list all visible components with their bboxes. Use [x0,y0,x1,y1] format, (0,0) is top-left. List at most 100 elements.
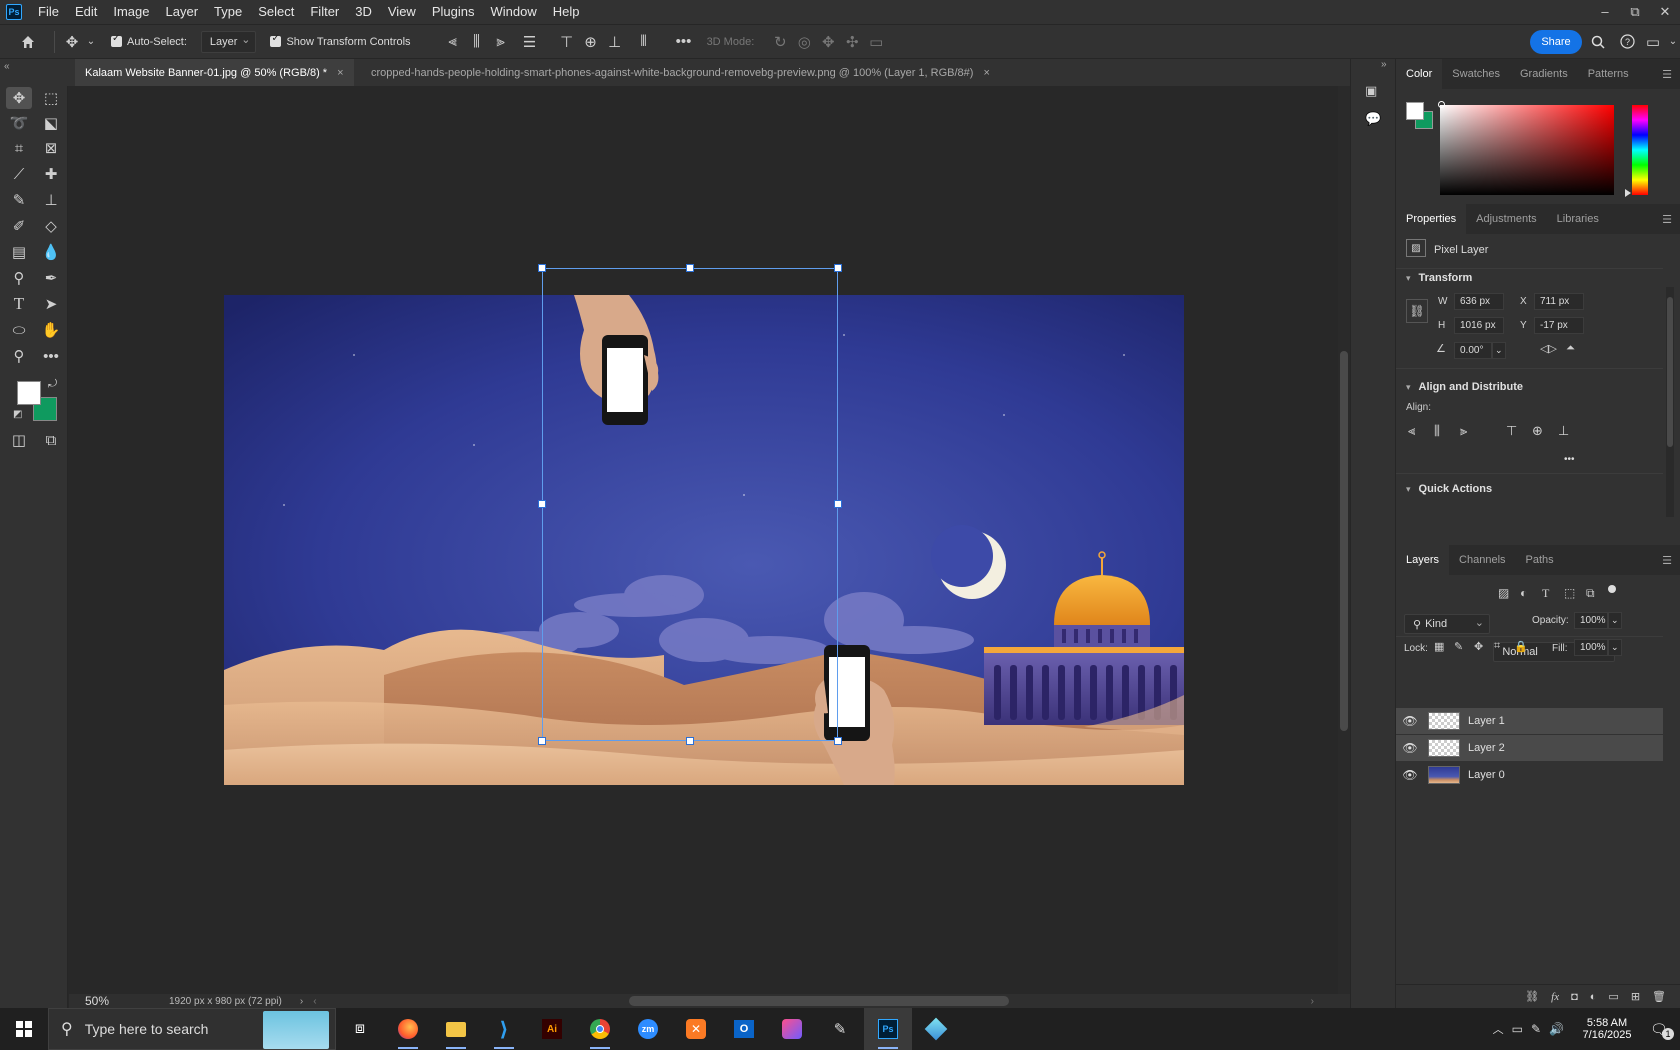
zoom-app-icon[interactable]: zm [624,1008,672,1050]
menu-file[interactable]: File [30,0,67,24]
network-icon[interactable]: ▭ [1512,1022,1523,1036]
auto-select-target-dropdown[interactable]: Layer [200,30,257,53]
comments-panel-icon[interactable]: 💬 [1365,111,1381,127]
align-right-edges-icon[interactable]: ⫸ [489,33,513,50]
file-explorer-icon[interactable] [432,1008,480,1050]
hue-slider-pointer[interactable] [1625,189,1631,197]
opacity-input[interactable]: 100% [1574,612,1608,629]
more-options-icon[interactable]: ••• [669,33,699,50]
fill-dropdown[interactable]: ⌄ [1608,639,1622,656]
tab-layers[interactable]: Layers [1396,545,1450,575]
lasso-tool-icon[interactable]: ➰ [6,112,32,134]
auto-select-checkbox[interactable] [111,33,122,47]
crop-tool-icon[interactable]: ⌗ [6,137,32,159]
layer-style-fx-icon[interactable]: fx [1551,991,1559,1003]
quick-mask-icon[interactable]: ◫ [6,429,32,451]
link-dimensions-icon[interactable]: ⛓ [1406,299,1428,323]
color-picker-cursor[interactable] [1438,101,1445,108]
transform-handle-top[interactable] [686,264,694,272]
align-bottom-edges-icon[interactable]: ⊥ [603,33,627,51]
path-selection-tool-icon[interactable]: ➤ [38,293,64,315]
scroll-right-icon[interactable]: › [1311,996,1314,1007]
show-transform-checkbox[interactable] [270,33,282,47]
edit-toolbar-icon[interactable]: ••• [38,345,64,367]
panel-menu-icon[interactable]: ☰ [1662,554,1672,567]
notifications-icon[interactable]: 🗨 1 [1650,1021,1674,1040]
panel-menu-icon[interactable]: ☰ [1662,68,1672,81]
canvas-workspace[interactable] [69,86,1339,988]
flip-horizontal-icon[interactable]: ◁▷ [1540,342,1557,355]
minimize-button[interactable]: – [1590,4,1620,20]
horizontal-scroll-thumb[interactable] [629,996,1009,1006]
taskbar-time[interactable]: 5:58 AM [1587,1017,1627,1029]
add-mask-icon[interactable]: ◘ [1571,991,1578,1003]
close-tab-icon[interactable]: × [983,67,989,79]
pen-tool-icon[interactable]: ✒ [38,267,64,289]
taskbar-date[interactable]: 7/16/2025 [1583,1029,1632,1041]
firefox-icon[interactable] [384,1008,432,1050]
new-group-icon[interactable]: ▭ [1608,990,1618,1003]
align-left-icon[interactable]: ⫷ [1408,423,1415,439]
align-middle-icon[interactable]: ⊕ [1532,423,1543,439]
align-top-icon[interactable]: ⊤ [1506,423,1517,439]
quick-actions-section-header[interactable]: ▾ Quick Actions [1406,483,1492,495]
menu-select[interactable]: Select [250,0,302,24]
object-selection-tool-icon[interactable]: ⬕ [38,112,64,134]
properties-scrollbar[interactable] [1666,287,1674,517]
scroll-left-icon[interactable]: ‹ [313,996,316,1007]
type-tool-icon[interactable]: T [6,293,32,315]
opacity-dropdown[interactable]: ⌄ [1608,612,1622,629]
layer-name[interactable]: Layer 2 [1468,742,1505,754]
distribute-vertically-icon[interactable]: ☰ [513,33,547,51]
healing-brush-tool-icon[interactable]: ✚ [38,163,64,185]
share-button[interactable]: Share [1530,29,1582,54]
pen-app-icon[interactable]: ✎ [816,1008,864,1050]
align-bottom-icon[interactable]: ⊥ [1558,423,1569,439]
rectangular-marquee-tool-icon[interactable]: ⬚ [38,87,64,109]
lock-image-icon[interactable]: ✎ [1454,640,1463,653]
visibility-eye-icon[interactable]: 👁 [1396,768,1424,782]
dodge-tool-icon[interactable]: ⚲ [6,267,32,289]
fill-input[interactable]: 100% [1574,639,1608,656]
illustrator-icon[interactable]: Ai [528,1008,576,1050]
menu-filter[interactable]: Filter [302,0,347,24]
align-top-edges-icon[interactable]: ⊤ [555,33,579,51]
transform-handle-bottom[interactable] [686,737,694,745]
hand-tool-icon[interactable]: ✋ [38,319,64,341]
align-horizontal-centers-icon[interactable]: ⫼ [465,33,489,50]
menu-type[interactable]: Type [206,0,250,24]
filter-smart-object-icon[interactable]: ⧉ [1586,586,1595,601]
align-vertical-centers-icon[interactable]: ⊕ [579,33,603,51]
pen-workspace-icon[interactable]: ✎ [1531,1022,1541,1036]
collapse-panels-icon[interactable]: » [1381,59,1387,70]
tab-patterns[interactable]: Patterns [1578,59,1639,89]
tab-libraries[interactable]: Libraries [1547,204,1609,234]
link-layers-icon[interactable]: ⛓ [1525,990,1539,1003]
lock-all-icon[interactable]: 🔒 [1514,640,1528,653]
align-left-edges-icon[interactable]: ⫷ [441,33,465,50]
screen-mode-icon[interactable]: ⧉ [38,429,64,451]
hue-slider[interactable] [1632,105,1648,195]
swap-colors-icon[interactable]: ⤾ [48,378,57,391]
layer-row-layer-1[interactable]: 👁 Layer 1 [1396,708,1663,734]
eraser-tool-icon[interactable]: ◇ [38,215,64,237]
brush-tool-icon[interactable]: ✎ [6,189,32,211]
eyedropper-tool-icon[interactable]: ⟋ [6,163,32,185]
vertical-scroll-thumb[interactable] [1340,351,1348,731]
menu-help[interactable]: Help [545,0,588,24]
task-view-icon[interactable]: ⧈ [336,1008,384,1050]
status-expand-icon[interactable]: › [300,996,303,1007]
xampp-icon[interactable]: ✕ [672,1008,720,1050]
align-distribute-section-header[interactable]: ▾ Align and Distribute [1406,381,1523,393]
close-window-button[interactable]: ✕ [1650,4,1680,20]
ellipse-tool-icon[interactable]: ⬭ [6,319,32,341]
lock-position-icon[interactable]: ✥ [1474,640,1483,653]
angle-input[interactable]: 0.00° [1454,342,1492,359]
height-input[interactable]: 1016 px [1454,317,1504,334]
panel-menu-icon[interactable]: ☰ [1662,213,1672,226]
filter-adjustment-icon[interactable]: ◐ [1520,586,1527,600]
history-brush-tool-icon[interactable]: ✐ [6,215,32,237]
frame-tool-icon[interactable]: ⊠ [38,137,64,159]
tab-channels[interactable]: Channels [1449,545,1515,575]
align-right-icon[interactable]: ⫸ [1460,423,1467,439]
